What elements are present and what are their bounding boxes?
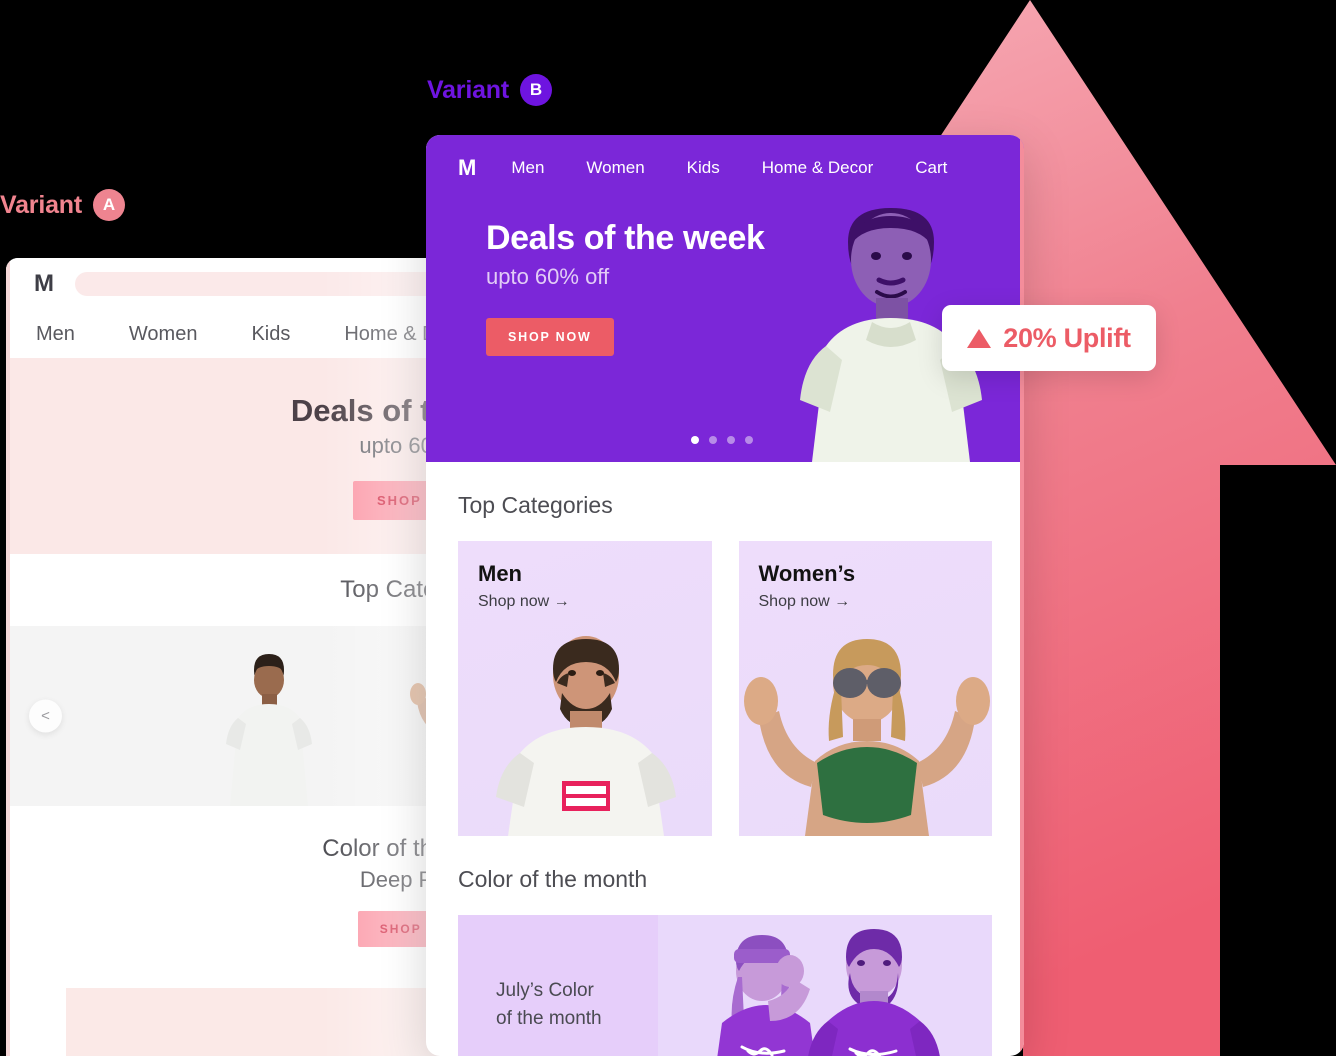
variant-a-label-text: Variant: [0, 190, 82, 219]
variant-b-badge: B: [519, 74, 552, 106]
variant-b-label-text: Variant: [427, 75, 509, 104]
carousel-dot-1[interactable]: [691, 436, 699, 444]
variant-b-nav-item-men[interactable]: Men: [511, 158, 544, 178]
color-of-month-panel-line2: of the month: [496, 1008, 602, 1029]
screenshot-stage: Variant A M Men Women Kids Home & Decor …: [0, 0, 1336, 1056]
variant-b-hero-copy: Deals of the week upto 60% off SHOP NOW: [426, 181, 1024, 356]
variant-a-nav-item-men[interactable]: Men: [36, 323, 75, 346]
category-card-womens-title: Women’s: [758, 561, 856, 586]
variant-b-nav: M Men Women Kids Home & Decor Cart: [426, 135, 1024, 181]
variant-b-color-of-month-banner[interactable]: July’s Color of the month: [458, 915, 992, 1056]
variant-b-preview-card[interactable]: M Men Women Kids Home & Decor Cart Deals…: [426, 135, 1024, 1056]
variant-b-right-accent: [1020, 135, 1024, 1056]
carousel-dot-4[interactable]: [745, 436, 753, 444]
category-card-men[interactable]: Men Shop now →: [458, 541, 712, 836]
up-triangle-icon: [967, 328, 992, 348]
uplift-value: 20% Uplift: [1003, 322, 1131, 353]
variant-b-hero-title: Deals of the week: [486, 219, 765, 257]
variant-b-nav-item-kids[interactable]: Kids: [687, 158, 720, 178]
variant-b-hero-subtitle: upto 60% off: [486, 264, 610, 289]
color-of-month-panel-text: July’s Color of the month: [496, 977, 602, 1032]
variant-b-hero-shop-now-button[interactable]: SHOP NOW: [486, 318, 614, 356]
category-card-men-title: Men: [478, 561, 522, 586]
category-card-womens[interactable]: Women’s Shop now →: [738, 541, 993, 836]
uplift-badge: 20% Uplift: [942, 305, 1156, 371]
carousel-dot-2[interactable]: [709, 436, 717, 444]
color-of-month-panel-line1: July’s Color: [496, 980, 594, 1002]
category-womens-photo: [743, 639, 990, 836]
variant-a-badge: A: [92, 189, 125, 221]
carousel-dot-3[interactable]: [727, 436, 735, 444]
category-card-womens-shop-now-link[interactable]: Shop now →: [739, 587, 993, 611]
color-of-month-couple-photo: [717, 929, 940, 1056]
variant-b-body: Top Categories Men Shop now → Women’s Sh…: [426, 462, 1024, 915]
variant-b-hero: M Men Women Kids Home & Decor Cart Deals…: [426, 135, 1024, 462]
variant-b-nav-item-women[interactable]: Women: [586, 158, 644, 178]
variant-b-label: Variant B: [427, 74, 552, 106]
color-of-month-text-panel: July’s Color of the month: [458, 915, 658, 1056]
variant-b-category-grid: Men Shop now → Women’s Shop now →: [458, 541, 992, 836]
variant-a-logo[interactable]: M: [34, 270, 54, 298]
variant-a-label: Variant A: [0, 189, 125, 221]
variant-a-nav-item-kids[interactable]: Kids: [251, 323, 290, 346]
variant-a-nav-item-women[interactable]: Women: [129, 323, 198, 346]
variant-b-color-of-month-title: Color of the month: [458, 866, 648, 892]
variant-b-nav-item-cart[interactable]: Cart: [915, 158, 947, 178]
carousel-prev-icon[interactable]: <: [29, 699, 62, 733]
variant-b-top-categories-title: Top Categories: [458, 492, 613, 518]
variant-b-logo[interactable]: M: [458, 155, 476, 181]
variant-b-nav-item-home-decor[interactable]: Home & Decor: [762, 158, 873, 178]
carousel-item-man-white-tee[interactable]: [192, 648, 342, 806]
category-men-photo: [496, 636, 676, 836]
variant-b-carousel-dots[interactable]: [691, 436, 753, 444]
category-card-men-shop-now-link[interactable]: Shop now →: [458, 587, 712, 611]
color-of-month-photo-panel: [658, 915, 992, 1056]
variant-a-left-accent: [6, 258, 10, 1056]
